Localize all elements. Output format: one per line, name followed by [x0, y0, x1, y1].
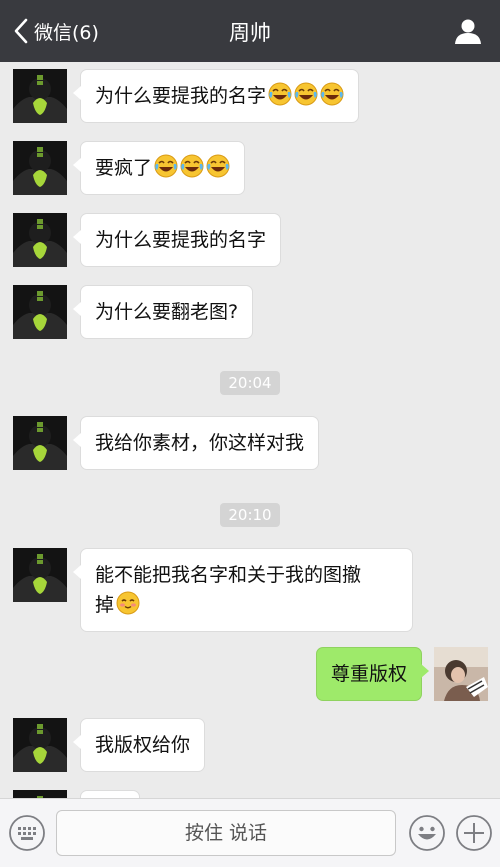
incoming-message[interactable]: 我版权给你 — [72, 718, 206, 772]
face-with-tears-of-joy-emoji — [268, 82, 292, 106]
message-text: 我给你素材，你这样对我 — [95, 432, 305, 454]
smiling-face-emoji — [116, 591, 140, 615]
incoming-message[interactable]: 能不能把我名字和关于我的图撤 掉 — [73, 548, 413, 632]
incoming-message[interactable]: 我给你素材，你这样对我 — [72, 416, 320, 470]
message-text: 掉 — [95, 594, 115, 616]
face-with-tears-of-joy-emoji — [154, 154, 178, 178]
outgoing-message[interactable]: 尊重版权 — [315, 647, 430, 701]
nav-bar: 微信(6) 周帅 — [0, 0, 500, 62]
incoming-message[interactable]: 为什么要翻老图? — [72, 285, 254, 339]
face-with-tears-of-joy-emoji — [320, 82, 344, 106]
chat-title: 周帅 — [229, 21, 271, 45]
contact-avatar[interactable] — [13, 69, 67, 123]
face-with-tears-of-joy-emoji — [180, 154, 204, 178]
contact-avatar[interactable] — [13, 790, 67, 798]
message-text: 能不能把我名字和关于我的图撤 — [95, 564, 362, 586]
keyboard-icon[interactable] — [8, 814, 46, 852]
incoming-message[interactable]: 为什么要提我的名字 — [72, 213, 282, 267]
contact-avatar[interactable] — [13, 141, 67, 195]
contact-avatar[interactable] — [13, 416, 67, 470]
message-text: 我版权给你 — [95, 734, 191, 756]
contact-avatar[interactable] — [13, 213, 67, 267]
plus-icon[interactable] — [455, 814, 493, 852]
contact-avatar[interactable] — [13, 285, 67, 339]
my-avatar[interactable] — [434, 647, 488, 701]
contact-avatar[interactable] — [13, 718, 67, 772]
message-text: 为什么要提我的名字 — [95, 85, 267, 107]
message-text: 要疯了 — [95, 157, 153, 179]
face-with-tears-of-joy-emoji — [206, 154, 230, 178]
message-text: 为什么要提我的名字 — [95, 229, 267, 251]
incoming-message[interactable] — [80, 790, 140, 798]
face-with-tears-of-joy-emoji — [294, 82, 318, 106]
smiley-icon[interactable] — [408, 814, 446, 852]
incoming-message[interactable]: 要疯了 — [72, 141, 246, 195]
message-text: 尊重版权 — [330, 663, 407, 685]
timestamp-label: 20:10 — [220, 503, 280, 527]
incoming-message[interactable]: 为什么要提我的名字 — [72, 69, 360, 123]
hold-to-talk-button[interactable]: 按住 说话 — [56, 810, 396, 856]
timestamp: 20:10 — [0, 503, 500, 527]
timestamp-label: 20:04 — [220, 371, 280, 395]
message-list[interactable]: 为什么要提我的名字 要疯了 为什么要提我的名字 为什么要翻老图? 20:04 我… — [0, 62, 500, 798]
person-icon[interactable] — [454, 17, 482, 45]
timestamp: 20:04 — [0, 371, 500, 395]
message-text: 为什么要翻老图? — [95, 301, 239, 323]
contact-avatar[interactable] — [13, 548, 67, 602]
input-toolbar: 按住 说话 — [0, 798, 500, 867]
